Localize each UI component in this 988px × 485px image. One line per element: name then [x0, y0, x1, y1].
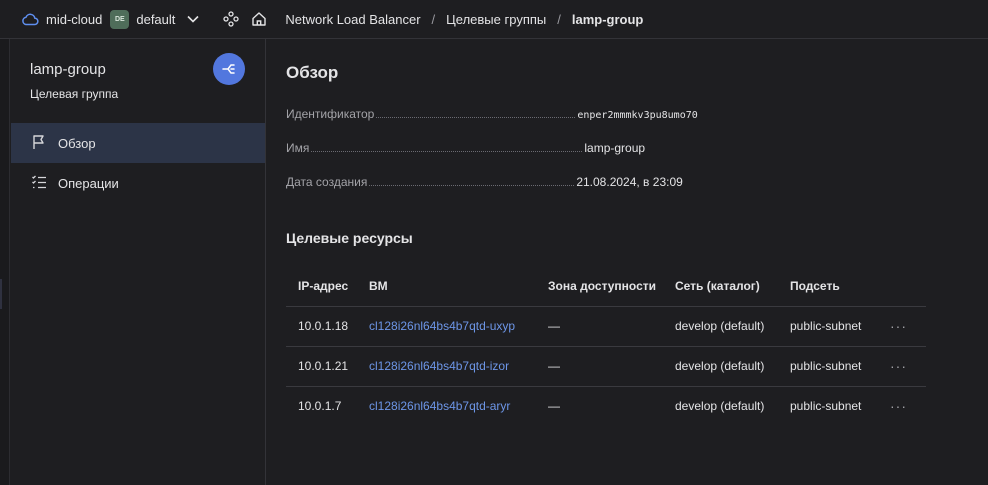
targets-table: IP-адрес ВМ Зона доступности Сеть (катал… [286, 267, 926, 426]
sidebar-item-label: Операции [58, 175, 119, 191]
vm-link[interactable]: cl128i26nl64bs4b7qtd-uxyp [369, 319, 515, 333]
column-header-ip: IP-адрес [286, 267, 357, 307]
breadcrumb-separator: / [431, 11, 436, 27]
cell-subnet: public-subnet [790, 399, 862, 414]
breadcrumb-current: lamp-group [571, 11, 644, 27]
cell-network: develop (default) [675, 399, 765, 414]
section-title: Целевые ресурсы [286, 230, 413, 246]
cloud-selector[interactable]: mid-cloud [21, 12, 102, 27]
home-icon[interactable] [251, 11, 267, 27]
field-name: Имя lamp-group [286, 137, 736, 155]
sidebar: lamp-group Целевая группа Обзор Операции [11, 39, 266, 485]
dotted-leader [369, 185, 575, 186]
main-content: Обзор Идентификатор enper2mmmkv3pu8umo70… [266, 39, 988, 485]
sidebar-title: lamp-group [30, 61, 106, 78]
chevron-down-icon[interactable] [187, 15, 199, 23]
table-row: 10.0.1.18 cl128i26nl64bs4b7qtd-uxyp — de… [286, 306, 926, 347]
breadcrumb: Network Load Balancer / Целевые группы /… [285, 12, 643, 27]
cell-network: develop (default) [663, 346, 778, 387]
field-value: lamp-group [584, 141, 646, 155]
cell-subnet: public-subnet [778, 346, 878, 387]
cell-ip: 10.0.1.21 [286, 346, 357, 387]
table-header: IP-адрес ВМ Зона доступности Сеть (катал… [286, 267, 926, 307]
sidebar-item-operations[interactable]: Операции [11, 163, 265, 203]
field-label: Имя [286, 141, 310, 155]
services-icon[interactable] [223, 11, 240, 27]
cell-zone: — [536, 346, 663, 387]
breadcrumb-target-groups[interactable]: Целевые группы [446, 12, 546, 27]
field-label: Дата создания [286, 175, 368, 189]
sidebar-item-overview[interactable]: Обзор [11, 123, 265, 163]
page-title: Обзор [286, 63, 339, 82]
sidebar-item-label: Обзор [58, 135, 96, 151]
cloud-name: mid-cloud [46, 11, 103, 27]
cell-zone: — [548, 399, 560, 414]
more-actions-icon[interactable]: ··· [890, 358, 907, 374]
folder-name[interactable]: default [136, 12, 175, 27]
column-header-actions [878, 267, 926, 307]
cell-network: develop (default) [663, 306, 778, 347]
cell-ip: 10.0.1.7 [298, 399, 342, 414]
vm-link[interactable]: cl128i26nl64bs4b7qtd-izor [369, 359, 509, 373]
field-label: Идентификатор [286, 107, 375, 121]
more-actions-icon[interactable]: ··· [890, 398, 907, 414]
more-actions-icon[interactable]: ··· [890, 318, 907, 334]
vm-link[interactable]: cl128i26nl64bs4b7qtd-aryr [369, 399, 510, 413]
breadcrumb-separator: / [557, 11, 561, 27]
list-icon [31, 174, 47, 193]
table-row: 10.0.1.7 cl128i26nl64bs4b7qtd-aryr — dev… [286, 386, 926, 426]
flag-icon [31, 134, 47, 153]
cell-zone: — [536, 306, 663, 347]
column-header-vm: ВМ [357, 267, 536, 307]
dotted-leader [311, 151, 583, 152]
folder-badge[interactable]: DE [110, 9, 130, 29]
breadcrumb-nlb[interactable]: Network Load Balancer [285, 12, 420, 27]
load-balancer-service-icon[interactable] [213, 53, 245, 85]
column-header-zone: Зона доступности [536, 267, 663, 307]
field-value: 21.08.2024, в 23:09 [576, 175, 683, 189]
left-panel-marker [0, 279, 2, 309]
column-header-subnet: Подсеть [778, 267, 878, 307]
left-panel-edge [0, 39, 10, 485]
cloud-icon [21, 12, 39, 26]
sidebar-subtitle: Целевая группа [30, 87, 119, 101]
field-id: Идентификатор enper2mmmkv3pu8umo70 [286, 103, 736, 121]
cell-ip: 10.0.1.18 [286, 306, 357, 347]
top-bar: mid-cloud DE default Network Load Balanc… [0, 0, 988, 39]
dotted-leader [376, 117, 576, 118]
field-value: enper2mmmkv3pu8umo70 [577, 110, 698, 121]
field-created: Дата создания 21.08.2024, в 23:09 [286, 171, 736, 189]
column-header-network: Сеть (каталог) [663, 267, 778, 307]
table-row: 10.0.1.21 cl128i26nl64bs4b7qtd-izor — de… [286, 346, 926, 387]
cell-subnet: public-subnet [778, 306, 878, 347]
